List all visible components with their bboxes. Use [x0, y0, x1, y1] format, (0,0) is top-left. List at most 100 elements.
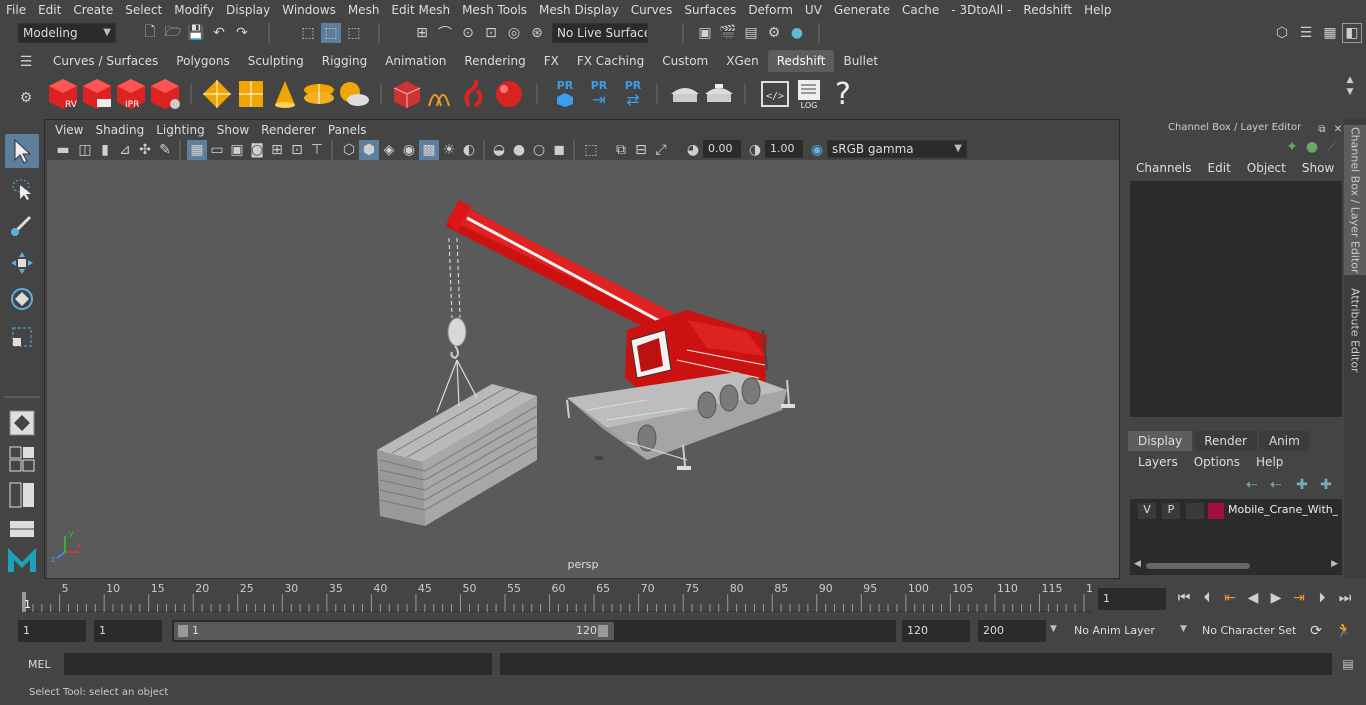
select-by-component-icon[interactable]: ⬚ [344, 23, 364, 43]
safe-title-icon[interactable]: ⊤ [307, 140, 327, 160]
volume-icon[interactable] [424, 76, 458, 112]
smooth-shade-icon[interactable]: ⬢ [359, 140, 379, 160]
menu-edit-mesh[interactable]: Edit Mesh [385, 3, 456, 17]
bake-icon[interactable] [668, 76, 702, 112]
workspace-icon[interactable]: ⬡ [1272, 23, 1292, 43]
lasso-tool-icon[interactable] [5, 172, 39, 206]
scroll-left-icon[interactable]: ◀ [1134, 559, 1141, 569]
layer-move-down-icon[interactable]: ⇠ [1266, 475, 1286, 495]
help-icon[interactable]: ? [826, 76, 860, 112]
shelf-tab-fx-caching[interactable]: FX Caching [567, 50, 654, 72]
time-slider[interactable]: 5 10 15 20 25 30 35 40 45 50 55 60 65 70 75 80 85 90 95 100… [0, 580, 1366, 616]
pr-object-icon[interactable]: PR [548, 76, 582, 112]
render-settings-icon[interactable]: ⚙ [764, 23, 784, 43]
range-slider-bar[interactable]: 1 120 [172, 620, 896, 642]
scale-tool-icon[interactable] [5, 320, 39, 354]
pr-export-icon[interactable]: PR ⇥ [582, 76, 616, 112]
camera-attributes-icon[interactable]: ◫ [75, 140, 95, 160]
layer-visibility-toggle[interactable]: V [1138, 503, 1156, 519]
animation-start-field[interactable]: 1 [18, 620, 86, 642]
animation-preferences-icon[interactable]: 🏃 [1334, 621, 1354, 641]
step-back-icon[interactable]: ⏴ [1197, 588, 1217, 608]
snap-curve-icon[interactable]: ⌒ [435, 23, 455, 43]
step-forward-icon[interactable]: ⏵ [1312, 588, 1332, 608]
gate-mask-icon[interactable]: ◙ [247, 140, 267, 160]
layer-tab-display[interactable]: Display [1128, 431, 1193, 451]
layer-display-type-toggle[interactable] [1186, 503, 1204, 519]
menu-mesh[interactable]: Mesh [342, 3, 386, 17]
pr-swap-icon[interactable]: PR ⇄ [616, 76, 650, 112]
go-to-end-icon[interactable]: ⏭ [1335, 588, 1355, 608]
render-ipr-icon[interactable]: IPR [114, 76, 148, 112]
playback-end-field[interactable]: 120 [902, 620, 970, 642]
layer-menu-layers[interactable]: Layers [1130, 455, 1186, 469]
render-sequence-icon[interactable] [80, 76, 114, 112]
grease-pencil-icon[interactable]: ✎ [155, 140, 175, 160]
menu-help[interactable]: Help [1078, 3, 1117, 17]
menu-redshift[interactable]: Redshift [1017, 3, 1078, 17]
camera-select-icon[interactable]: ▬ [53, 140, 73, 160]
menu-edit[interactable]: Edit [32, 3, 67, 17]
gamma-field[interactable]: 1.00 [765, 140, 803, 158]
gamma-icon[interactable]: ◑ [745, 140, 765, 160]
script-editor-icon[interactable]: </> [758, 76, 792, 112]
play-forwards-icon[interactable]: ▶ [1266, 588, 1286, 608]
mode-selector[interactable]: Modeling ▼ [18, 23, 116, 43]
3d-viewport[interactable]: y z x persp [47, 160, 1119, 578]
ipr-render-icon[interactable]: ▤ [741, 23, 761, 43]
new-layer-selected-icon[interactable]: ✚ [1316, 475, 1336, 495]
proxy-icon[interactable] [390, 76, 424, 112]
playback-start-field[interactable]: 1 [94, 620, 162, 642]
command-input[interactable] [64, 653, 492, 675]
snap-surface-icon[interactable]: ◎ [504, 23, 524, 43]
menu-deform[interactable]: Deform [742, 3, 799, 17]
scroll-right-icon[interactable]: ▶ [1331, 559, 1338, 569]
area-light-icon[interactable] [200, 76, 234, 112]
two-d-pan-icon[interactable]: ✣ [135, 140, 155, 160]
chevron-down-icon[interactable]: ▼ [1050, 624, 1057, 634]
menu-generate[interactable]: Generate [828, 3, 896, 17]
layer-tab-anim[interactable]: Anim [1258, 431, 1310, 451]
workspace-layout-icon[interactable]: ◧ [1342, 23, 1362, 43]
new-scene-icon[interactable]: 🗋 [140, 23, 160, 43]
panel-menu-show[interactable]: Show [211, 123, 255, 137]
resolution-gate-icon[interactable]: ▣ [227, 140, 247, 160]
channel-box-menu-edit[interactable]: Edit [1200, 161, 1239, 175]
four-view-layout-icon[interactable] [5, 442, 39, 476]
shelf-tab-rigging[interactable]: Rigging [312, 50, 377, 72]
screen-space-ao-icon[interactable]: ◐ [459, 140, 479, 160]
snap-view-plane-icon[interactable]: ⊡ [481, 23, 501, 43]
menu-display[interactable]: Display [220, 3, 276, 17]
step-back-key-icon[interactable]: ⇤ [1220, 588, 1240, 608]
shelf-tab-redshift[interactable]: Redshift [767, 50, 835, 72]
two-view-layout-icon[interactable] [5, 478, 39, 512]
physical-light-icon[interactable] [268, 76, 302, 112]
layer-playback-toggle[interactable]: P [1162, 503, 1180, 519]
log-icon[interactable]: LOG [792, 76, 826, 112]
shelf-tab-animation[interactable]: Animation [376, 50, 456, 72]
xray-components-icon[interactable]: ⊟ [631, 140, 651, 160]
step-forward-key-icon[interactable]: ⇥ [1289, 588, 1309, 608]
shelf-tab-custom[interactable]: Custom [653, 50, 718, 72]
character-set-selector[interactable]: No Character Set [1196, 620, 1300, 642]
menu-cache[interactable]: Cache [896, 3, 945, 17]
shelf-tab-xgen[interactable]: XGen [717, 50, 768, 72]
tab-attribute-editor[interactable]: Attribute Editor [1344, 285, 1366, 375]
range-slider-end-handle[interactable] [598, 625, 608, 637]
rotate-tool-icon[interactable] [5, 282, 39, 316]
snap-live-icon[interactable]: ⊛ [527, 23, 547, 43]
range-slider-start-handle[interactable] [178, 625, 188, 637]
shelf-tab-bullet[interactable]: Bullet [834, 50, 888, 72]
menu-create[interactable]: Create [67, 3, 119, 17]
panel-menu-shading[interactable]: Shading [89, 123, 150, 137]
channel-mute-icon[interactable]: ⟋ [1322, 137, 1342, 157]
layer-row[interactable]: V P Mobile_Crane_With_C [1134, 502, 1338, 520]
tab-channel-box[interactable]: Channel Box / Layer Editor [1344, 125, 1366, 275]
new-layer-icon[interactable]: ✚ [1292, 475, 1312, 495]
toggle-panel-icon[interactable]: ☰ [1296, 23, 1316, 43]
xray-joints-icon[interactable]: ⧉ [611, 140, 631, 160]
safe-action-icon[interactable]: ⊡ [287, 140, 307, 160]
channel-box-menu-channels[interactable]: Channels [1128, 161, 1200, 175]
hair-icon[interactable] [458, 76, 492, 112]
menu-mesh-display[interactable]: Mesh Display [533, 3, 625, 17]
